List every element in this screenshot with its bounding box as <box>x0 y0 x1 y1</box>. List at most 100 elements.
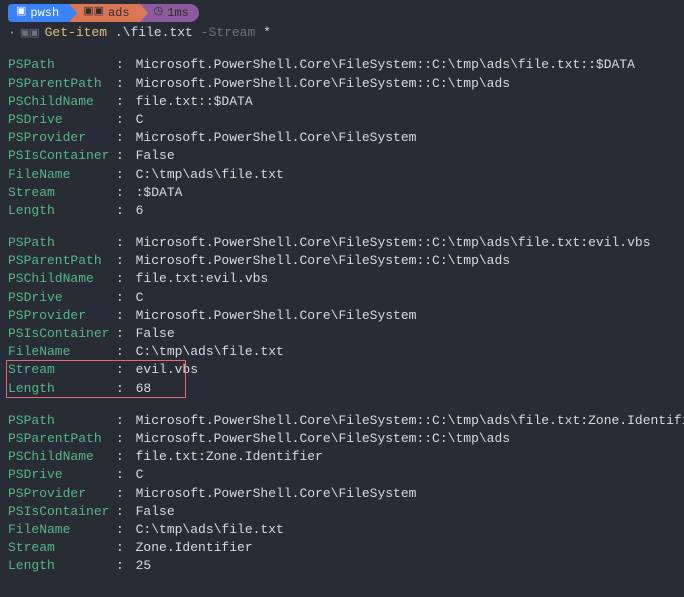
output-key: Stream <box>8 361 116 379</box>
output-colon: : <box>116 325 124 343</box>
output-colon: : <box>116 466 124 484</box>
output-row: PSIsContainer: False <box>8 325 676 343</box>
output-key: FileName <box>8 166 116 184</box>
pill-time: ◷ 1ms <box>140 4 199 22</box>
output-row: FileName: C:\tmp\ads\file.txt <box>8 343 676 361</box>
output-row: FileName: C:\tmp\ads\file.txt <box>8 521 676 539</box>
output-row: PSIsContainer: False <box>8 147 676 165</box>
terminal[interactable]: ▣ pwsh ▣▣ ads ◷ 1ms · ▣▣ Get-item .\file… <box>0 0 684 597</box>
output-row: PSPath: Microsoft.PowerShell.Core\FileSy… <box>8 234 676 252</box>
output-row: PSParentPath: Microsoft.PowerShell.Core\… <box>8 252 676 270</box>
output-value: Microsoft.PowerShell.Core\FileSystem <box>128 307 417 325</box>
output-row: PSChildName: file.txt:evil.vbs <box>8 270 676 288</box>
output-value: Microsoft.PowerShell.Core\FileSystem::C:… <box>128 412 684 430</box>
output-key: PSProvider <box>8 485 116 503</box>
output-key: PSParentPath <box>8 430 116 448</box>
powershell-icon: ▣ <box>16 5 26 20</box>
output-row: PSPath: Microsoft.PowerShell.Core\FileSy… <box>8 412 676 430</box>
output-colon: : <box>116 430 124 448</box>
output-block: PSPath: Microsoft.PowerShell.Core\FileSy… <box>8 412 676 576</box>
output-value: False <box>128 325 175 343</box>
output-value: 6 <box>128 202 144 220</box>
output-value: False <box>128 147 175 165</box>
output-key: PSIsContainer <box>8 503 116 521</box>
output-colon: : <box>116 56 124 74</box>
command-output: PSPath: Microsoft.PowerShell.Core\FileSy… <box>8 56 676 575</box>
output-value: C <box>128 289 144 307</box>
output-colon: : <box>116 147 124 165</box>
output-value: C:\tmp\ads\file.txt <box>128 343 284 361</box>
output-value: C:\tmp\ads\file.txt <box>128 521 284 539</box>
output-key: PSParentPath <box>8 252 116 270</box>
output-value: :$DATA <box>128 184 183 202</box>
pill-time-label: 1ms <box>167 5 189 22</box>
output-colon: : <box>116 129 124 147</box>
output-value: Microsoft.PowerShell.Core\FileSystem::C:… <box>128 430 510 448</box>
output-colon: : <box>116 361 124 379</box>
output-colon: : <box>116 184 124 202</box>
command-arg: .\file.txt <box>115 24 193 42</box>
output-row: PSChildName: file.txt::$DATA <box>8 93 676 111</box>
output-row: PSProvider: Microsoft.PowerShell.Core\Fi… <box>8 307 676 325</box>
output-value: file.txt:Zone.Identifier <box>128 448 323 466</box>
output-colon: : <box>116 521 124 539</box>
output-key: Length <box>8 380 116 398</box>
output-colon: : <box>116 503 124 521</box>
output-row: Length: 6 <box>8 202 676 220</box>
pill-dir: ▣▣ ads <box>69 4 139 22</box>
output-key: PSPath <box>8 234 116 252</box>
output-value: Microsoft.PowerShell.Core\FileSystem::C:… <box>128 252 510 270</box>
output-row: Length: 68 <box>8 380 676 398</box>
output-key: PSIsContainer <box>8 147 116 165</box>
output-colon: : <box>116 111 124 129</box>
output-value: False <box>128 503 175 521</box>
pill-shell: ▣ pwsh <box>8 4 69 22</box>
folder-icon: ▣▣ <box>83 5 104 20</box>
output-block: PSPath: Microsoft.PowerShell.Core\FileSy… <box>8 56 676 220</box>
output-value: Microsoft.PowerShell.Core\FileSystem <box>128 129 417 147</box>
output-colon: : <box>116 234 124 252</box>
output-row: PSProvider: Microsoft.PowerShell.Core\Fi… <box>8 485 676 503</box>
command-line[interactable]: · ▣▣ Get-item .\file.txt -Stream * <box>8 24 676 42</box>
output-colon: : <box>116 252 124 270</box>
output-row: PSChildName: file.txt:Zone.Identifier <box>8 448 676 466</box>
output-value: Microsoft.PowerShell.Core\FileSystem <box>128 485 417 503</box>
output-block: PSPath: Microsoft.PowerShell.Core\FileSy… <box>8 234 676 398</box>
output-key: PSDrive <box>8 111 116 129</box>
output-value: Zone.Identifier <box>128 539 253 557</box>
command-cmdlet: Get-item <box>45 24 107 42</box>
prompt-pills: ▣ pwsh ▣▣ ads ◷ 1ms <box>8 4 676 22</box>
output-row: FileName: C:\tmp\ads\file.txt <box>8 166 676 184</box>
output-key: Stream <box>8 184 116 202</box>
output-key: PSChildName <box>8 270 116 288</box>
output-row: Stream: Zone.Identifier <box>8 539 676 557</box>
output-key: Stream <box>8 539 116 557</box>
pill-shell-label: pwsh <box>30 5 59 22</box>
output-colon: : <box>116 93 124 111</box>
output-colon: : <box>116 485 124 503</box>
output-key: PSChildName <box>8 448 116 466</box>
output-colon: : <box>116 289 124 307</box>
clock-icon: ◷ <box>154 5 164 20</box>
output-colon: : <box>116 307 124 325</box>
pill-dir-label: ads <box>108 5 130 22</box>
output-colon: : <box>116 166 124 184</box>
output-value: C <box>128 111 144 129</box>
output-row: Stream: evil.vbs <box>8 361 676 379</box>
output-row: Stream: :$DATA <box>8 184 676 202</box>
output-key: FileName <box>8 521 116 539</box>
output-colon: : <box>116 75 124 93</box>
output-value: C <box>128 466 144 484</box>
output-key: PSIsContainer <box>8 325 116 343</box>
output-value: file.txt::$DATA <box>128 93 253 111</box>
output-row: PSPath: Microsoft.PowerShell.Core\FileSy… <box>8 56 676 74</box>
output-key: PSDrive <box>8 289 116 307</box>
output-value: evil.vbs <box>128 361 198 379</box>
output-row: PSDrive: C <box>8 289 676 307</box>
command-param: -Stream <box>201 24 256 42</box>
output-colon: : <box>116 412 124 430</box>
output-row: PSParentPath: Microsoft.PowerShell.Core\… <box>8 430 676 448</box>
output-value: Microsoft.PowerShell.Core\FileSystem::C:… <box>128 75 510 93</box>
command-glob: * <box>263 24 271 42</box>
output-key: PSDrive <box>8 466 116 484</box>
